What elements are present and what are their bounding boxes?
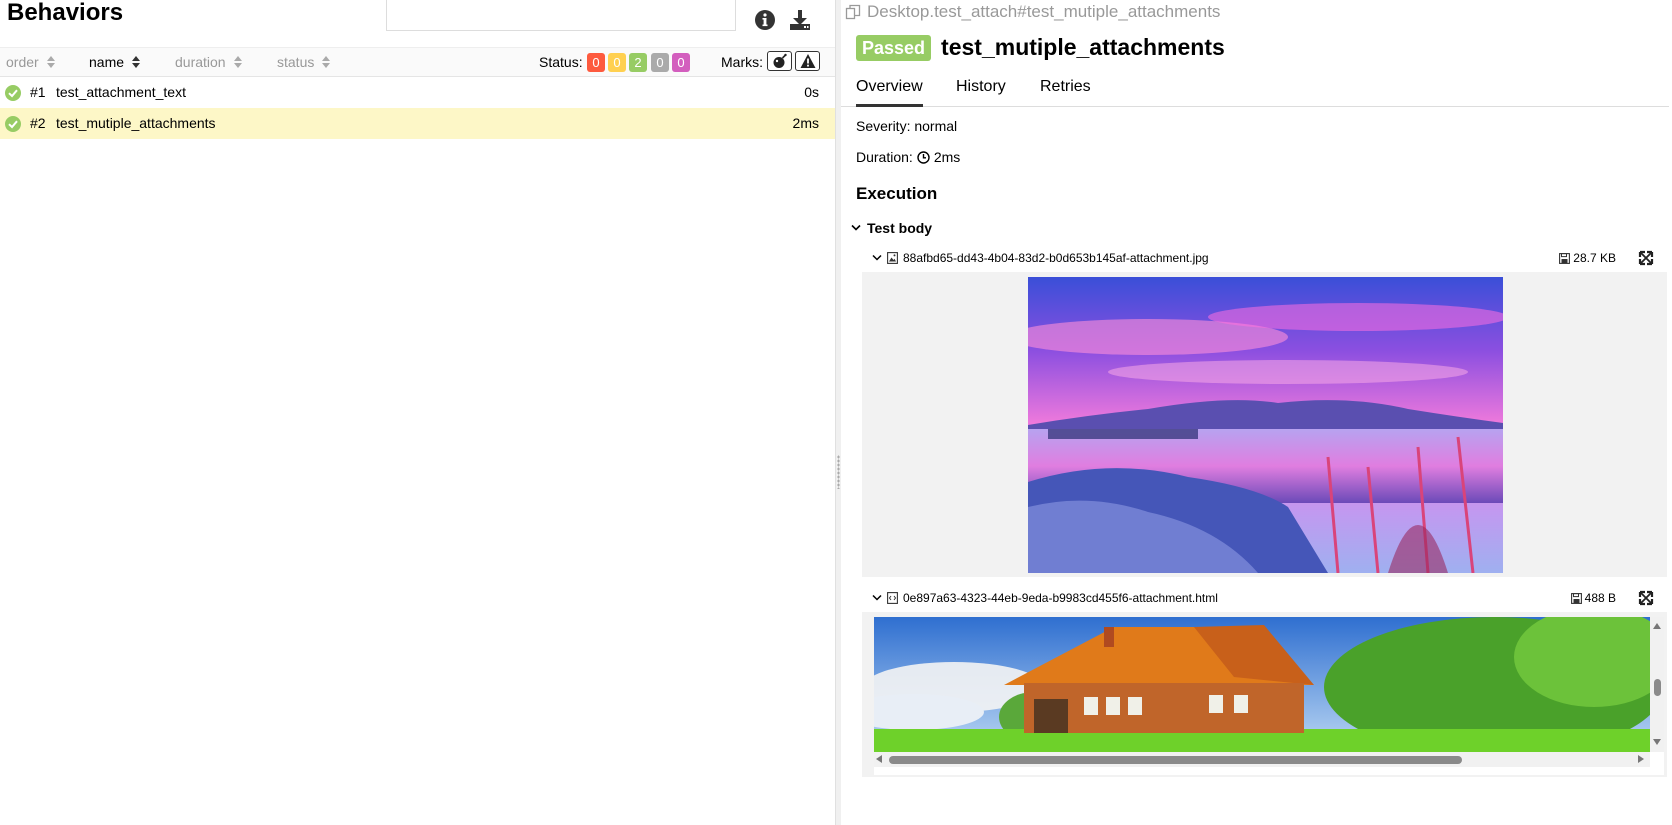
status-badge-failed[interactable]: 0 [587, 53, 605, 72]
attachment-preview-image [862, 272, 1667, 577]
status-filter-label: Status: [539, 54, 583, 70]
test-row[interactable]: #1 test_attachment_text 0s [0, 77, 835, 108]
copy-icon[interactable] [845, 4, 861, 20]
test-name: test_mutiple_attachments [56, 115, 216, 131]
scroll-thumb[interactable] [889, 756, 1462, 764]
info-icon[interactable] [753, 8, 777, 32]
passed-check-icon [5, 85, 21, 101]
chevron-down-icon [872, 254, 882, 261]
behaviors-pane: Behaviors order name duration status Sta… [0, 0, 835, 825]
duration-label: Duration: [856, 149, 913, 165]
expand-icon[interactable] [1638, 250, 1654, 266]
sort-label: duration [175, 54, 226, 70]
test-number: #1 [30, 84, 46, 100]
download-icon[interactable] [788, 8, 812, 32]
image-file-icon [887, 252, 898, 264]
flaky-icon [773, 53, 787, 68]
detail-tabs: Overview History Retries [841, 72, 1669, 107]
tab-history[interactable]: History [956, 78, 1006, 107]
sort-by-order[interactable]: order [6, 54, 55, 70]
sort-by-status[interactable]: status [277, 54, 331, 70]
scroll-right-icon[interactable] [1638, 755, 1644, 763]
vertical-scrollbar[interactable] [1650, 617, 1664, 752]
splitter-grip-icon [837, 455, 840, 489]
warning-mark-button[interactable] [795, 51, 820, 71]
severity-text: Severity: normal [856, 118, 958, 134]
attachment-size: 488 B [1570, 591, 1616, 605]
step-title: Test body [867, 220, 933, 236]
passed-check-icon [5, 116, 21, 132]
sort-arrows-icon [132, 56, 141, 68]
status-badge-broken[interactable]: 0 [608, 53, 626, 72]
test-duration: 0s [804, 84, 819, 100]
sort-label: name [89, 54, 125, 70]
save-icon [1570, 592, 1582, 604]
app-window: Behaviors order name duration status Sta… [0, 0, 1672, 825]
scroll-thumb[interactable] [1654, 679, 1661, 696]
attachment-filename: 0e897a63-4323-44eb-9eda-b9983cd455f6-att… [903, 591, 1218, 605]
sort-arrows-icon [46, 56, 55, 68]
chevron-down-icon [851, 224, 861, 231]
breadcrumb[interactable]: Desktop.test_attach#test_mutiple_attachm… [845, 2, 1220, 22]
warning-icon [800, 54, 815, 68]
test-number: #2 [30, 115, 46, 131]
attachment-preview-html [862, 612, 1667, 777]
test-body-step[interactable]: Test body [851, 220, 932, 236]
page-title: Behaviors [7, 0, 124, 26]
tab-overview[interactable]: Overview [856, 78, 923, 107]
chevron-down-icon [872, 594, 882, 601]
status-badge-skipped[interactable]: 0 [651, 53, 669, 72]
sort-arrows-icon [233, 56, 242, 68]
attachment-header-html[interactable]: 0e897a63-4323-44eb-9eda-b9983cd455f6-att… [871, 587, 1656, 609]
sort-arrows-icon [322, 56, 331, 68]
sort-label: status [277, 54, 315, 70]
scroll-up-icon[interactable] [1653, 623, 1661, 629]
test-details-pane: Desktop.test_attach#test_mutiple_attachm… [841, 0, 1672, 825]
clock-icon [917, 150, 930, 164]
execution-title: Execution [856, 184, 938, 203]
breadcrumb-text: Desktop.test_attach#test_mutiple_attachm… [867, 2, 1221, 21]
house-image [874, 617, 1650, 752]
severity-field: Severity: normal [856, 118, 957, 134]
code-file-icon [887, 592, 898, 604]
test-name: test_attachment_text [56, 84, 186, 100]
sort-label: order [6, 54, 39, 70]
flaky-mark-button[interactable] [767, 51, 792, 71]
duration-value: 2ms [933, 149, 961, 165]
sunset-lake-image [1028, 277, 1503, 573]
sort-by-name[interactable]: name [89, 54, 141, 70]
save-icon [1559, 252, 1571, 264]
attachment-header-image[interactable]: 88afbd65-dd43-4b04-83d2-b0d653b145af-att… [871, 247, 1656, 269]
attachment-size-text: 488 B [1584, 591, 1616, 605]
attachment-size-text: 28.7 KB [1573, 251, 1616, 265]
status-badge: Passed [856, 34, 932, 61]
scroll-left-icon[interactable] [876, 755, 882, 763]
marks-filter-label: Marks: [721, 54, 763, 70]
test-row-selected[interactable]: #2 test_mutiple_attachments 2ms [0, 108, 835, 139]
expand-icon[interactable] [1638, 590, 1654, 606]
html-preview-frame[interactable] [874, 617, 1664, 775]
test-title: test_mutiple_attachments [941, 34, 1225, 60]
attachment-filename: 88afbd65-dd43-4b04-83d2-b0d653b145af-att… [903, 251, 1209, 265]
sort-by-duration[interactable]: duration [175, 54, 242, 70]
test-duration: 2ms [792, 115, 819, 131]
test-header: Passed test_mutiple_attachments [856, 34, 1225, 61]
tab-retries[interactable]: Retries [1040, 78, 1091, 107]
horizontal-scrollbar[interactable] [874, 752, 1650, 767]
status-badge-unknown[interactable]: 0 [672, 53, 690, 72]
duration-field: Duration: 2ms [856, 149, 960, 165]
scroll-down-icon[interactable] [1653, 739, 1661, 745]
status-badge-passed[interactable]: 2 [629, 53, 647, 72]
sort-bar: order name duration status Status: 0 0 2… [0, 47, 835, 77]
search-input[interactable] [386, 0, 736, 31]
attachment-size: 28.7 KB [1559, 251, 1616, 265]
